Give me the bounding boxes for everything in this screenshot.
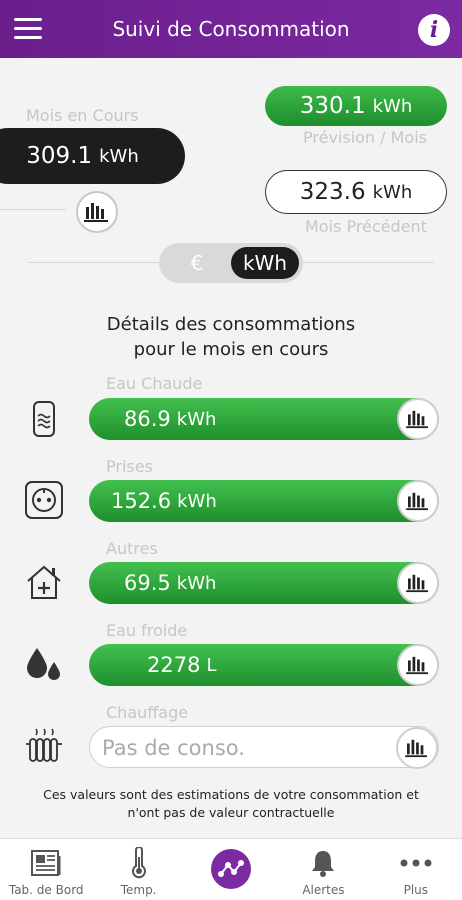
divider bbox=[0, 209, 66, 210]
details-title-line1: Détails des consommations bbox=[106, 314, 356, 335]
unit-eau-chaude: kWh bbox=[176, 408, 217, 430]
info-icon[interactable]: i bbox=[418, 14, 450, 46]
dashboard-icon bbox=[30, 847, 62, 879]
previous-label: Mois Précédent bbox=[305, 217, 427, 236]
tab-dashboard[interactable]: Tab. de Bord bbox=[0, 839, 92, 900]
current-value: 309.1 bbox=[26, 143, 93, 169]
row-label-autres: Autres bbox=[106, 539, 158, 558]
bar-chart-icon[interactable] bbox=[397, 398, 439, 440]
bar-chart-icon[interactable] bbox=[76, 191, 118, 233]
water-drops-icon bbox=[22, 642, 66, 686]
toggle-euro-option[interactable]: € bbox=[159, 243, 235, 283]
more-dots-icon bbox=[399, 847, 433, 879]
forecast-label: Prévision / Mois bbox=[303, 128, 427, 147]
hamburger-menu-icon[interactable] bbox=[14, 16, 44, 40]
bar-chart-icon[interactable] bbox=[396, 727, 438, 769]
bar-chart-icon[interactable] bbox=[397, 480, 439, 522]
tab-alerts[interactable]: Alertes bbox=[277, 839, 369, 900]
row-label-chauffage: Chauffage bbox=[106, 703, 189, 722]
forecast-unit: kWh bbox=[372, 95, 413, 117]
unit-autres: kWh bbox=[176, 572, 217, 594]
bar-chart-icon[interactable] bbox=[397, 562, 439, 604]
value-chauffage: Pas de conso. bbox=[102, 736, 245, 760]
details-title-line2: pour le mois en cours bbox=[133, 339, 329, 360]
row-label-prises: Prises bbox=[106, 457, 153, 476]
tab-more[interactable]: Plus bbox=[370, 839, 462, 900]
tab-label: Tab. de Bord bbox=[8, 883, 84, 897]
water-heater-icon bbox=[22, 397, 66, 441]
tab-label: Plus bbox=[403, 883, 429, 897]
thermometer-icon bbox=[130, 847, 148, 879]
disclaimer-line1: Ces valeurs sont des estimations de votr… bbox=[43, 787, 419, 802]
disclaimer: Ces valeurs sont des estimations de votr… bbox=[0, 786, 462, 822]
unit-eau-froide: L bbox=[206, 654, 217, 676]
forecast-number: 330.1 bbox=[299, 93, 366, 119]
value-autres: 69.5 bbox=[124, 571, 171, 595]
toggle-kwh-option[interactable]: kWh bbox=[231, 247, 299, 279]
power-outlet-icon bbox=[22, 478, 66, 522]
bar-eau-froide[interactable]: 2278 L bbox=[89, 644, 439, 686]
bar-chart-icon[interactable] bbox=[397, 644, 439, 686]
details-title: Détails des consommations pour le mois e… bbox=[0, 312, 462, 362]
forecast-value: 330.1 kWh bbox=[265, 86, 447, 126]
previous-month-value: 323.6 kWh bbox=[265, 170, 447, 214]
bar-autres[interactable]: 69.5 kWh bbox=[89, 562, 439, 604]
current-month-label: Mois en Cours bbox=[26, 106, 139, 125]
disclaimer-line2: n'ont pas de valeur contractuelle bbox=[127, 805, 335, 820]
bar-prises[interactable]: 152.6 kWh bbox=[89, 480, 439, 522]
page-title: Suivi de Consommation bbox=[112, 17, 350, 41]
row-label-eau-chaude: Eau Chaude bbox=[106, 374, 203, 393]
unit-toggle[interactable]: € kWh bbox=[159, 243, 303, 283]
value-eau-froide: 2278 bbox=[147, 653, 201, 677]
current-unit: kWh bbox=[99, 145, 139, 167]
unit-prises: kWh bbox=[177, 490, 217, 512]
value-eau-chaude: 86.9 bbox=[124, 407, 171, 431]
consumption-graph-icon bbox=[211, 849, 252, 889]
bell-icon bbox=[308, 847, 338, 879]
bar-eau-chaude[interactable]: 86.9 kWh bbox=[89, 398, 439, 440]
house-plus-icon bbox=[22, 560, 66, 604]
bar-chauffage[interactable]: Pas de conso. bbox=[89, 726, 439, 769]
row-label-eau-froide: Eau froide bbox=[106, 621, 188, 640]
current-month-value: 309.1 kWh bbox=[0, 128, 185, 184]
tab-temperature[interactable]: Temp. bbox=[92, 839, 184, 900]
bottom-tab-bar: Tab. de Bord Temp. Alertes Plus bbox=[0, 838, 462, 900]
tab-label: Temp. bbox=[120, 883, 157, 897]
previous-unit: kWh bbox=[372, 181, 413, 203]
tab-consumption[interactable] bbox=[185, 839, 277, 900]
app-header: Suivi de Consommation i bbox=[0, 0, 462, 58]
tab-label: Alertes bbox=[302, 883, 345, 897]
previous-number: 323.6 bbox=[299, 179, 366, 205]
value-prises: 152.6 bbox=[111, 489, 172, 513]
radiator-icon bbox=[22, 724, 66, 768]
